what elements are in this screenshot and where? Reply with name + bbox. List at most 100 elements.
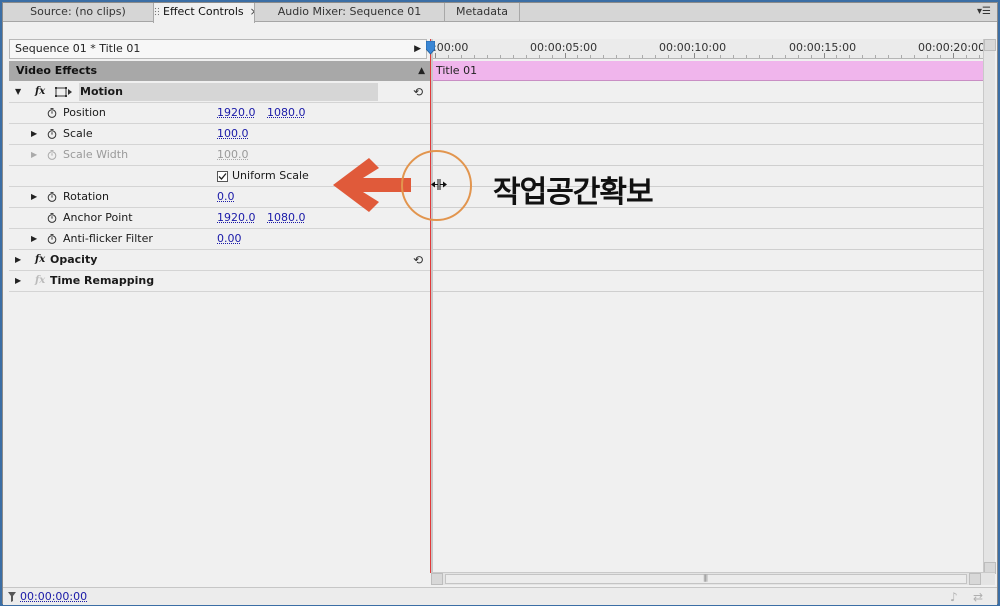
ruler-tick [435,53,436,58]
collapse-up-icon[interactable]: ▲ [418,61,425,81]
property-row-scale: ▶ Scale 100.0 [9,124,431,145]
position-y-value[interactable]: 1080.0 [267,103,306,123]
scroll-up-button[interactable] [984,39,996,51]
stopwatch-icon[interactable] [47,192,57,202]
ruler-tick [526,55,527,58]
timeline-row [433,124,983,145]
scale-value[interactable]: 100.0 [217,124,249,144]
ruler-tick [565,53,566,58]
timeline-row [433,208,983,229]
annotation-text: 작업공간확보 [493,167,653,211]
stopwatch-icon[interactable] [47,108,57,118]
grip-icon: ||| [703,574,707,582]
pane-divider[interactable] [431,39,433,573]
clip-bar[interactable]: Title 01 [433,61,983,81]
playhead-marker-icon[interactable] [426,41,435,55]
expand-right-icon[interactable]: ▶ [15,250,21,270]
uniform-scale-label: Uniform Scale [232,166,309,186]
tab-source[interactable]: Source: (no clips) [3,3,154,22]
expand-right-icon[interactable]: ▶ [31,187,37,207]
tab-effect-controls-label: Effect Controls [163,5,244,18]
effect-row-time-remapping[interactable]: ▶ fx Time Remapping [9,271,431,292]
stopwatch-icon[interactable] [47,234,57,244]
vertical-scrollbar[interactable] [983,39,995,574]
ruler-tick [668,55,669,58]
rotation-value[interactable]: 0.0 [217,187,235,207]
ruler-tick [811,55,812,58]
play-audio-icon[interactable]: ♪ [950,590,958,604]
ruler-label: :00:00 [433,41,468,54]
video-effects-header: Video Effects ▲ [9,61,431,81]
playhead-line[interactable] [430,39,431,573]
expand-right-icon[interactable]: ▶ [31,229,37,249]
show-timeline-toggle-icon[interactable]: ▶ [414,40,421,58]
fx-toggle-icon: fx [35,271,45,291]
ruler-tick [590,55,591,58]
fx-toggle-icon[interactable]: fx [35,250,45,270]
stopwatch-icon[interactable] [47,213,57,223]
expand-down-icon[interactable]: ▼ [15,82,21,102]
panel-footer: 00:00:00:00 ♪ ⇄ [3,587,997,605]
tab-audio-mixer[interactable]: Audio Mixer: Sequence 01 [255,3,445,22]
panel-tab-bar: Source: (no clips) Effect Controls× Audi… [3,3,997,22]
anchor-point-y-value[interactable]: 1080.0 [267,208,306,228]
scale-width-label: Scale Width [63,145,128,165]
panel-menu-icon[interactable]: ▾☰ [977,4,991,20]
ruler-tick [603,55,604,58]
filter-icon[interactable] [8,592,16,602]
timeline-row [433,82,983,103]
time-remapping-label: Time Remapping [50,271,154,291]
scroll-right-button[interactable] [969,573,981,585]
ruler-tick [487,55,488,58]
anti-flicker-value[interactable]: 0.00 [217,229,242,249]
stopwatch-icon[interactable] [47,129,57,139]
ruler-tick [824,53,825,58]
ruler-tick [772,55,773,58]
anti-flicker-label: Anti-flicker Filter [63,229,153,249]
ruler-tick [940,55,941,58]
scale-width-value: 100.0 [217,145,249,165]
uniform-scale-checkbox[interactable] [217,171,228,182]
ruler-tick [694,53,695,58]
ruler-tick [875,55,876,58]
effect-row-motion[interactable]: ▼ fx Motion ⟲ [9,82,431,103]
ruler-tick [616,55,617,58]
motion-label: Motion [80,82,123,102]
ruler-tick [849,55,850,58]
ruler-tick [474,55,475,58]
ruler-tick [513,55,514,58]
opacity-label: Opacity [50,250,97,270]
scroll-left-button[interactable] [431,573,443,585]
clip-name: Title 01 [436,64,477,77]
current-timecode[interactable]: 00:00:00:00 [20,590,87,603]
ruler-tick [759,55,760,58]
transform-box-icon[interactable] [55,87,73,97]
tab-effect-controls[interactable]: Effect Controls× [153,3,255,23]
tab-source-label: Source: (no clips) [30,5,126,18]
expand-right-icon[interactable]: ▶ [15,271,21,291]
timeline-row [433,271,983,292]
ruler-tick [979,55,980,58]
ruler-tick [914,55,915,58]
ruler-tick [629,55,630,58]
effect-row-opacity[interactable]: ▶ fx Opacity ⟲ [9,250,431,271]
stopwatch-icon [47,150,57,160]
tab-metadata[interactable]: Metadata [445,3,520,22]
fx-toggle-icon[interactable]: fx [35,82,45,102]
ruler-tick [746,55,747,58]
ruler-tick [836,55,837,58]
timeline-row [433,229,983,250]
expand-right-icon[interactable]: ▶ [31,124,37,144]
loop-icon[interactable]: ⇄ [973,590,983,604]
reset-icon[interactable]: ⟲ [413,250,423,270]
expand-right-icon: ▶ [31,145,37,165]
position-x-value[interactable]: 1920.0 [217,103,256,123]
horizontal-scrollbar[interactable]: ||| [431,572,995,585]
reset-icon[interactable]: ⟲ [413,82,423,102]
timeline-row [433,145,983,166]
time-ruler[interactable]: :00:00 00:00:05:00 00:00:10:00 00:00:15:… [431,39,983,59]
grip-icon[interactable] [154,7,159,16]
position-label: Position [63,103,106,123]
anchor-point-x-value[interactable]: 1920.0 [217,208,256,228]
tab-audio-mixer-label: Audio Mixer: Sequence 01 [278,5,422,18]
